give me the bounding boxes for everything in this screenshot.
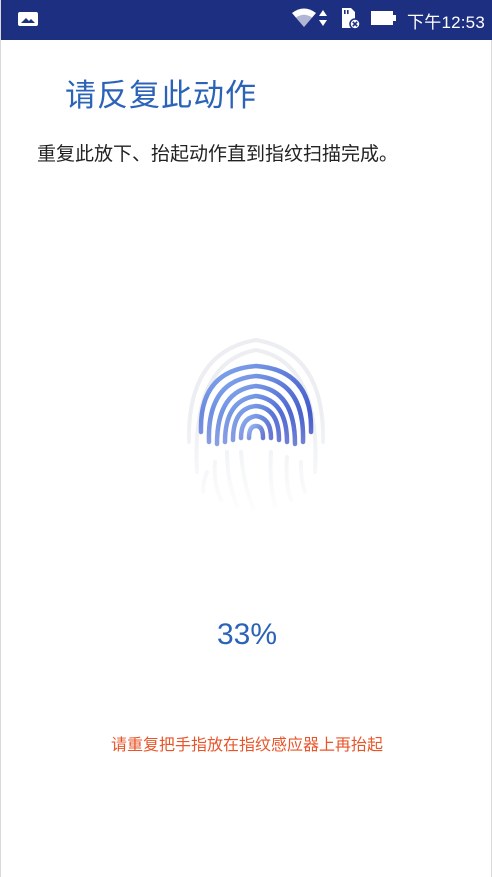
data-arrows-icon bbox=[319, 8, 328, 32]
sd-card-icon bbox=[337, 6, 361, 34]
hint-text: 请重复把手指放在指纹感应器上再抬起 bbox=[110, 735, 383, 754]
status-icons: 下午12:53 bbox=[291, 0, 485, 40]
image-icon bbox=[17, 10, 39, 28]
status-bar: 下午12:53 bbox=[1, 0, 492, 40]
progress-percentage: 33% bbox=[216, 618, 278, 651]
page-title: 请反复此动作 bbox=[65, 78, 257, 114]
wifi-icon bbox=[291, 7, 317, 33]
battery-icon bbox=[371, 10, 397, 30]
fingerprint-icon bbox=[177, 332, 335, 510]
instruction-text: 重复此放下、抬起动作直到指纹扫描完成。 bbox=[37, 143, 399, 165]
status-time: 下午12:53 bbox=[407, 12, 485, 32]
